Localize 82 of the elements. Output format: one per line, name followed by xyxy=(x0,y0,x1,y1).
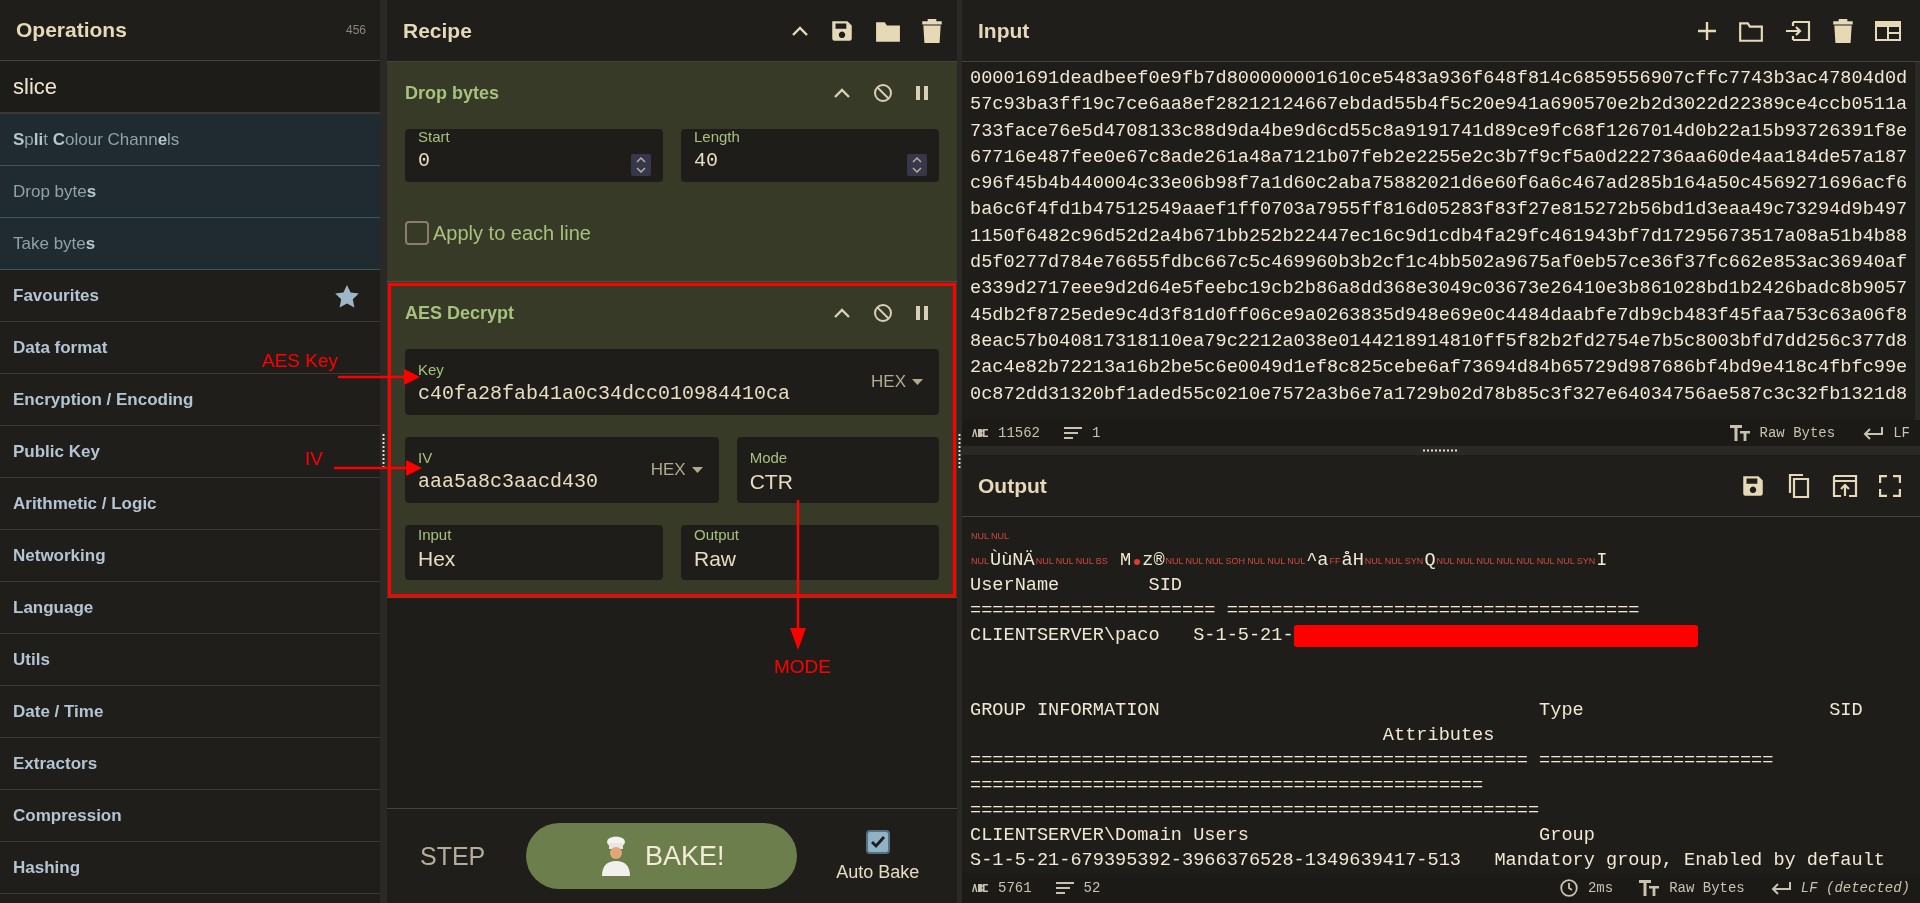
operation-title: Drop bytes xyxy=(405,82,501,104)
lines-icon xyxy=(1064,426,1082,440)
clock-icon xyxy=(1559,879,1578,897)
output-line: CLIENTSERVER\paco S-1-5-21- xyxy=(970,624,1294,648)
number-field[interactable]: Length 40 xyxy=(681,129,939,182)
status-text: LF (detected) xyxy=(1800,880,1910,896)
collapse-icon[interactable] xyxy=(791,24,809,37)
select-field[interactable]: Mode CTR xyxy=(736,437,939,503)
status-text: 1 xyxy=(1092,425,1101,441)
status-text: 5761 xyxy=(998,880,1032,896)
character-count-icon xyxy=(972,884,988,892)
output-line: GROUP INFORMATION Type SID xyxy=(970,699,1863,723)
format-dropdown[interactable]: HEX xyxy=(650,460,707,480)
return-icon xyxy=(1770,881,1791,895)
text-field[interactable]: IV aaa5a8c3aacd430 HEX xyxy=(405,437,719,503)
annotation-label: IV xyxy=(305,448,323,470)
status-text: 2ms xyxy=(1587,880,1614,896)
status-text: 52 xyxy=(1083,880,1101,896)
pause-icon[interactable] xyxy=(915,85,929,101)
delete-icon[interactable] xyxy=(921,17,943,44)
caret-icon xyxy=(691,467,703,473)
lines-icon xyxy=(1055,881,1074,895)
resize-handle[interactable] xyxy=(382,433,385,470)
layout-icon[interactable] xyxy=(1875,20,1901,41)
panel-title: Input xyxy=(978,18,1031,43)
delete-icon[interactable] xyxy=(1832,17,1854,44)
collapse-icon[interactable] xyxy=(833,307,851,319)
status-text: Raw Bytes xyxy=(1759,425,1836,441)
output-line: ================================================== ===================== xyxy=(970,749,1774,773)
disable-icon[interactable] xyxy=(873,83,893,103)
panel-title: Operations xyxy=(16,18,127,42)
status-text: LF xyxy=(1893,425,1910,441)
number-field[interactable]: Start 0 xyxy=(405,129,663,182)
output-line: CLIENTSERVER\Domain Users Group xyxy=(970,824,1595,848)
output-line: S-1-5-21-679395392-3966376528-1349639417-513 Mandatory group, Enabled by default xyxy=(970,849,1885,873)
bake-button[interactable]: BAKE! xyxy=(526,823,798,889)
spinner-icon[interactable] xyxy=(631,154,651,176)
status-text: Raw Bytes xyxy=(1669,880,1745,896)
spinner-icon[interactable] xyxy=(907,154,927,176)
output-line: ====================== ===================================== xyxy=(970,599,1640,623)
return-icon xyxy=(1863,426,1884,440)
disable-icon[interactable] xyxy=(873,303,893,323)
annotation-label: AES Key xyxy=(262,350,339,372)
operation-count: 456 xyxy=(345,23,366,37)
output-line: ============================================== xyxy=(970,774,1484,798)
add-icon[interactable] xyxy=(1697,20,1717,41)
select-field[interactable]: Input Hex xyxy=(405,525,663,580)
chef-icon xyxy=(599,836,633,876)
annotation-label: MODE xyxy=(774,656,831,678)
text-format-icon xyxy=(1639,880,1660,896)
checkbox[interactable] xyxy=(865,829,890,854)
import-icon[interactable] xyxy=(1785,18,1811,43)
output-line: Attributes xyxy=(1381,724,1495,748)
status-text: 11562 xyxy=(998,425,1040,441)
format-dropdown[interactable]: HEX xyxy=(871,372,927,392)
category-item[interactable]: Favourites xyxy=(0,270,380,322)
character-count-icon xyxy=(972,429,988,437)
operation-item[interactable]: Split Colour Channels xyxy=(0,114,380,166)
panel-title: Output xyxy=(978,473,1048,498)
checkbox-label: Auto Bake xyxy=(836,861,920,883)
resize-handle[interactable] xyxy=(1423,449,1459,452)
collapse-icon[interactable] xyxy=(833,87,851,99)
step-button[interactable]: STEP xyxy=(420,841,486,871)
operation-item[interactable]: Take bytes xyxy=(0,218,380,270)
pause-icon[interactable] xyxy=(915,305,929,321)
checkbox[interactable] xyxy=(405,221,429,245)
panel-title: Recipe xyxy=(403,18,473,43)
select-field[interactable]: Output Raw xyxy=(681,525,939,580)
checkbox-label: Apply to each line xyxy=(433,221,591,245)
caret-icon xyxy=(912,379,923,385)
operation-item[interactable]: Drop bytes xyxy=(0,166,380,218)
star-icon[interactable] xyxy=(334,283,360,308)
copy-icon[interactable] xyxy=(1787,472,1811,499)
fullscreen-icon[interactable] xyxy=(1879,474,1901,497)
output-line: =================================================== xyxy=(970,799,1540,823)
text-format-icon xyxy=(1729,425,1750,441)
new-window-icon[interactable] xyxy=(1832,473,1858,498)
resize-handle[interactable] xyxy=(958,433,961,470)
operation-title: AES Decrypt xyxy=(405,302,516,324)
output-line: NUL NUL xyxy=(970,530,1011,541)
output-line: UserName SID xyxy=(970,574,1182,598)
text-field[interactable]: Key c40fa28fab41a0c34dcc010984410ca HEX xyxy=(405,349,939,415)
